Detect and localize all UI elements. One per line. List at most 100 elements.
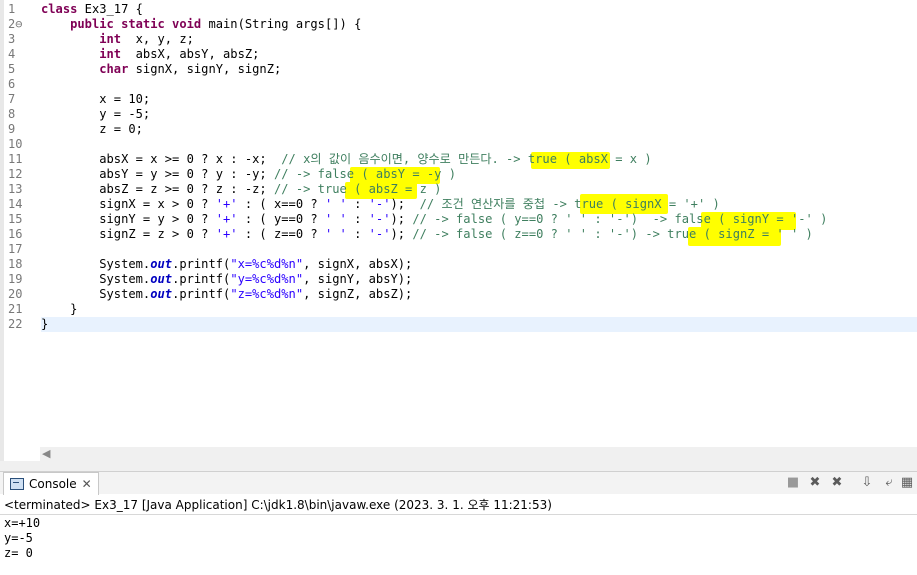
code-line[interactable]: 8 y = -5; (0, 107, 917, 122)
code-token: int (99, 47, 122, 61)
code-token: ' ' (324, 227, 347, 241)
code-line[interactable]: 13 absZ = z >= 0 ? z : -z; // -> true ( … (0, 182, 917, 197)
code-line[interactable]: 20 System.out.printf("z=%c%d%n", signZ, … (0, 287, 917, 302)
line-number: 20 (8, 287, 23, 301)
code-line[interactable]: 10 (0, 137, 917, 152)
line-number: 16 (8, 227, 23, 241)
code-token: absY = y >= 0 ? y : -y; (41, 167, 274, 181)
horizontal-scrollbar[interactable]: ◀ (40, 447, 917, 461)
code-token: ' ' (324, 197, 347, 211)
close-icon[interactable]: ✕ (82, 477, 92, 491)
code-line[interactable]: 17 (0, 242, 917, 257)
code-token: int (99, 32, 122, 46)
terminate-icon[interactable]: ■ (785, 475, 801, 491)
code-token: : ( x==0 ? (237, 197, 325, 211)
code-token: absZ = z >= 0 ? z : -z; (41, 182, 274, 196)
code-token: } (41, 317, 49, 331)
remove-launch-icon[interactable]: ✖ (807, 475, 823, 491)
line-number: 13 (8, 182, 23, 196)
code-text: x = 10; (41, 92, 150, 107)
tab-console[interactable]: Console ✕ (3, 472, 99, 495)
pin-console-icon[interactable]: ▦ (899, 475, 915, 491)
code-line[interactable]: 15 signY = y > 0 ? '+' : ( y==0 ? ' ' : … (0, 212, 917, 227)
code-token: signY = y > 0 ? (41, 212, 216, 226)
console-output[interactable]: x=+10 y=-5 z= 0 (4, 516, 40, 561)
code-token: char (99, 62, 129, 76)
code-token: signX, signY, signZ; (128, 62, 282, 76)
line-number: 17 (8, 242, 23, 256)
code-text: int absX, absY, absZ; (41, 47, 259, 62)
line-number: 3 (8, 32, 16, 46)
remove-all-terminated-icon[interactable]: ✖ (829, 475, 845, 491)
code-token: "y=%c%d%n" (230, 272, 304, 286)
code-line[interactable]: 18 System.out.printf("x=%c%d%n", signX, … (0, 257, 917, 272)
code-line[interactable]: 11 absX = x >= 0 ? x : -x; // x의 값이 음수이면… (0, 152, 917, 167)
panel-separator[interactable] (0, 461, 917, 472)
console-tab-label: Console (29, 477, 77, 491)
code-token: System. (41, 272, 151, 286)
code-line[interactable]: 2⊖ public static void main(String args[]… (0, 17, 917, 32)
console-status-text: <terminated> Ex3_17 [Java Application] C… (0, 496, 917, 515)
code-token: '-' (368, 197, 391, 211)
code-line[interactable]: 6 (0, 77, 917, 92)
code-token: '-' (368, 227, 391, 241)
code-token: "x=%c%d%n" (230, 257, 304, 271)
code-token: .printf( (172, 257, 231, 271)
code-token: Ex3_17 { (77, 2, 143, 16)
code-token: , signX, absX); (303, 257, 413, 271)
code-token: System. (41, 257, 151, 271)
code-text: System.out.printf("y=%c%d%n", signY, abs… (41, 272, 412, 287)
code-line[interactable]: 21 } (0, 302, 917, 317)
line-number: 7 (8, 92, 16, 106)
console-icon (10, 478, 24, 490)
line-number: 1 (8, 2, 16, 16)
code-token: "z=%c%d%n" (230, 287, 304, 301)
scroll-lock-icon[interactable]: ⇩ (859, 475, 875, 491)
code-text: int x, y, z; (41, 32, 194, 47)
code-token: x = 10; (41, 92, 151, 106)
code-line[interactable]: 12 absY = y >= 0 ? y : -y; // -> false (… (0, 167, 917, 182)
code-line[interactable]: 7 x = 10; (0, 92, 917, 107)
line-number: 4 (8, 47, 16, 61)
line-number: 12 (8, 167, 23, 181)
code-token: '+' (215, 197, 238, 211)
code-text: } (41, 317, 48, 332)
code-token: y = -5; (41, 107, 151, 121)
code-line[interactable]: 9 z = 0; (0, 122, 917, 137)
code-token: // -> false ( y==0 ? ' ' : '-') -> false… (412, 212, 828, 226)
code-token: main(String args[]) { (201, 17, 362, 31)
code-line[interactable]: 4 int absX, absY, absZ; (0, 47, 917, 62)
code-token: .printf( (172, 272, 231, 286)
code-line[interactable]: 22} (0, 317, 917, 332)
code-line[interactable]: 19 System.out.printf("y=%c%d%n", signY, … (0, 272, 917, 287)
code-editor[interactable]: 1 class Ex3_17 {2⊖ public static void mai… (0, 0, 917, 461)
line-number: 2⊖ (8, 17, 23, 31)
code-token: z = 0; (41, 122, 143, 136)
code-token: : (346, 227, 369, 241)
line-number: 22 (8, 317, 23, 331)
code-line[interactable]: 16 signZ = z > 0 ? '+' : ( z==0 ? ' ' : … (0, 227, 917, 242)
code-token: ' ' (324, 212, 347, 226)
word-wrap-icon[interactable]: ⤶ (881, 475, 897, 491)
code-text: absX = x >= 0 ? x : -x; // x의 값이 음수이면, 양… (41, 152, 651, 167)
console-tabbar: Console ✕ (0, 472, 917, 495)
code-token: } (41, 302, 78, 316)
code-token: ); (390, 227, 413, 241)
code-text: z = 0; (41, 122, 143, 137)
code-token: // 조건 연산자를 중첩 -> true ( signX = '+' ) (419, 197, 720, 211)
code-text: char signX, signY, signZ; (41, 62, 281, 77)
code-text: signX = x > 0 ? '+' : ( x==0 ? ' ' : '-'… (41, 197, 720, 212)
code-token: : ( z==0 ? (237, 227, 325, 241)
code-token: public static void (70, 17, 202, 31)
code-line[interactable]: 5 char signX, signY, signZ; (0, 62, 917, 77)
code-token: signZ = z > 0 ? (41, 227, 216, 241)
code-token: signX = x > 0 ? (41, 197, 216, 211)
scroll-left-icon[interactable]: ◀ (42, 447, 50, 461)
code-token: // -> true ( absZ = z ) (274, 182, 442, 196)
console-output-line: x=+10 (4, 516, 41, 530)
console-output-line: z= 0 (4, 546, 33, 560)
code-line[interactable]: 1 class Ex3_17 { (0, 2, 917, 17)
code-line[interactable]: 3 int x, y, z; (0, 32, 917, 47)
code-line[interactable]: 14 signX = x > 0 ? '+' : ( x==0 ? ' ' : … (0, 197, 917, 212)
